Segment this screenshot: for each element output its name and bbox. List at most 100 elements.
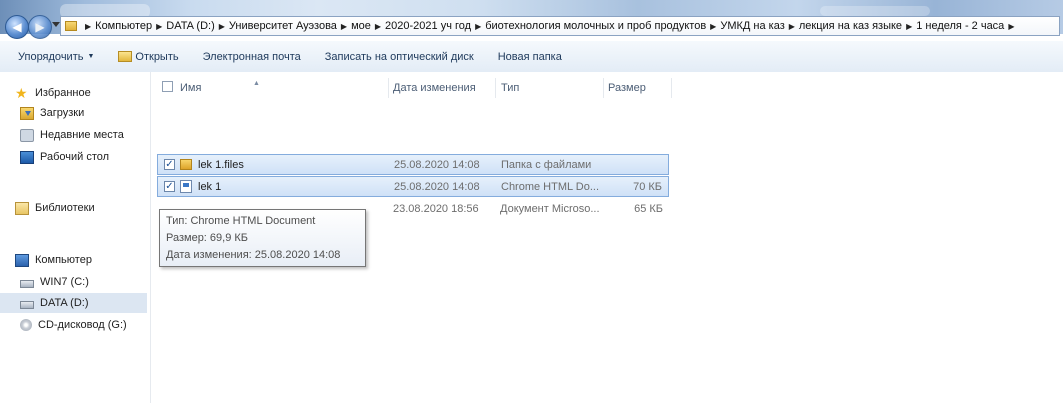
breadcrumb-university[interactable]: Университет Ауэзова xyxy=(229,20,337,32)
sidebar-item-favorites[interactable]: ★ Избранное xyxy=(15,83,91,103)
hard-drive-icon xyxy=(20,279,34,288)
file-type: Документ Microso... xyxy=(500,203,600,215)
table-row[interactable]: ✓ lek 1.files 25.08.2020 14:08 Папка с ф… xyxy=(157,154,669,175)
column-divider[interactable] xyxy=(388,78,389,98)
row-checkbox[interactable]: ✓ xyxy=(164,159,175,170)
sidebar-item-libraries[interactable]: Библиотеки xyxy=(15,198,95,218)
organize-label: Упорядочить xyxy=(18,50,84,63)
open-label: Открыть xyxy=(135,50,179,63)
cd-drive-icon xyxy=(20,319,32,331)
command-toolbar: Упорядочить ▼ Открыть Электронная почта … xyxy=(0,41,1063,73)
email-label: Электронная почта xyxy=(202,50,301,63)
recent-pages-dropdown-icon[interactable] xyxy=(52,22,60,27)
file-size: 70 КБ xyxy=(633,181,662,193)
burn-disc-button[interactable]: Записать на оптический диск xyxy=(313,51,486,63)
breadcrumb-course[interactable]: биотехнология молочных и проб продуктов xyxy=(485,20,706,32)
breadcrumb-umkd[interactable]: УМКД на каз xyxy=(720,20,784,32)
new-folder-label: Новая папка xyxy=(497,50,562,63)
recent-places-icon xyxy=(20,128,34,142)
column-divider[interactable] xyxy=(603,78,604,98)
sidebar-item-computer[interactable]: Компьютер xyxy=(15,250,92,270)
column-header-label: Тип xyxy=(501,82,520,94)
breadcrumb-lecture[interactable]: лекция на каз языке xyxy=(799,20,902,32)
column-divider[interactable] xyxy=(671,78,672,98)
breadcrumb-separator[interactable]: ▶ xyxy=(710,22,716,31)
breadcrumb-separator[interactable]: ▶ xyxy=(789,22,795,31)
organize-button[interactable]: Упорядочить ▼ xyxy=(0,51,106,63)
breadcrumb-separator[interactable]: ▶ xyxy=(475,22,481,31)
address-row: ◀ ▶ ▶ Компьютер ▶ DATA (D:) ▶ Университе… xyxy=(0,13,1063,41)
tooltip-type: Тип: Chrome HTML Document xyxy=(166,215,316,227)
column-header-type[interactable]: Тип xyxy=(501,78,601,98)
file-name: lek 1.files xyxy=(198,159,244,171)
breadcrumb-computer[interactable]: Компьютер xyxy=(95,20,152,32)
open-folder-icon xyxy=(118,51,133,62)
sidebar-item-recent[interactable]: Недавние места xyxy=(20,125,124,145)
sidebar-item-label: Рабочий стол xyxy=(40,151,110,163)
sidebar-item-label: Недавние места xyxy=(40,129,124,141)
breadcrumb-separator[interactable]: ▶ xyxy=(219,22,225,31)
file-name: lek 1 xyxy=(198,181,222,193)
new-folder-button[interactable]: Новая папка xyxy=(486,51,574,63)
file-info-tooltip: Тип: Chrome HTML Document Размер: 69,9 К… xyxy=(159,209,366,267)
sort-caret-icon: ▲ xyxy=(253,80,260,87)
sidebar-item-drive-g[interactable]: CD-дисковод (G:) xyxy=(20,315,127,335)
hard-drive-icon xyxy=(20,300,34,309)
sidebar-item-label: CD-дисковод (G:) xyxy=(38,319,127,331)
forward-button[interactable]: ▶ xyxy=(28,15,52,39)
sidebar-item-drive-d[interactable]: DATA (D:) xyxy=(0,293,147,313)
file-date: 25.08.2020 14:08 xyxy=(394,159,480,171)
breadcrumb-drive-d[interactable]: DATA (D:) xyxy=(166,20,214,32)
breadcrumb-separator[interactable]: ▶ xyxy=(906,22,912,31)
burn-disc-label: Записать на оптический диск xyxy=(324,50,474,63)
column-header-label: Имя xyxy=(180,82,202,94)
breadcrumb-week[interactable]: 1 неделя - 2 часа xyxy=(916,20,1004,32)
tooltip-size: Размер: 69,9 КБ xyxy=(166,232,249,244)
desktop-icon xyxy=(20,150,34,164)
sidebar-item-drive-c[interactable]: WIN7 (C:) xyxy=(20,272,89,292)
column-header-name[interactable]: Имя ▲ xyxy=(180,78,380,98)
star-icon: ★ xyxy=(15,84,28,101)
breadcrumb-separator[interactable]: ▶ xyxy=(375,22,381,31)
sidebar-item-label: DATA (D:) xyxy=(40,297,89,309)
downloads-folder-icon xyxy=(20,106,34,120)
chevron-down-icon: ▼ xyxy=(87,53,95,60)
sidebar-item-downloads[interactable]: Загрузки xyxy=(20,103,84,123)
breadcrumb-year[interactable]: 2020-2021 уч год xyxy=(385,20,471,32)
file-date: 23.08.2020 18:56 xyxy=(393,203,479,215)
column-divider[interactable] xyxy=(495,78,496,98)
column-header-label: Дата изменения xyxy=(393,82,476,94)
sidebar-item-label: Компьютер xyxy=(35,254,92,266)
file-type: Папка с файлами xyxy=(501,159,592,171)
column-header-label: Размер xyxy=(608,82,646,94)
row-checkbox[interactable]: ✓ xyxy=(164,181,175,192)
sidebar-item-label: Загрузки xyxy=(40,107,85,119)
breadcrumb-separator[interactable]: ▶ xyxy=(156,22,162,31)
sidebar-item-label: Избранное xyxy=(35,87,91,99)
email-button[interactable]: Электронная почта xyxy=(191,51,313,63)
back-button[interactable]: ◀ xyxy=(5,15,29,39)
file-date: 25.08.2020 14:08 xyxy=(394,181,480,193)
sidebar-item-label: WIN7 (C:) xyxy=(40,276,89,288)
sidebar-item-desktop[interactable]: Рабочий стол xyxy=(20,147,109,167)
libraries-icon xyxy=(15,201,29,215)
breadcrumb-separator[interactable]: ▶ xyxy=(341,22,347,31)
file-size: 65 КБ xyxy=(634,203,663,215)
folder-icon xyxy=(65,21,77,31)
breadcrumb-separator[interactable]: ▶ xyxy=(85,22,91,31)
computer-icon xyxy=(15,253,29,267)
breadcrumb-separator[interactable]: ▶ xyxy=(1008,22,1014,31)
breadcrumb-moe[interactable]: мое xyxy=(351,20,371,32)
address-bar[interactable]: ▶ Компьютер ▶ DATA (D:) ▶ Университет Ау… xyxy=(60,16,1060,36)
file-type: Chrome HTML Do... xyxy=(501,181,600,193)
table-row[interactable]: ✓ lek 1 25.08.2020 14:08 Chrome HTML Do.… xyxy=(157,176,669,197)
sidebar-item-label: Библиотеки xyxy=(35,202,95,214)
folder-icon xyxy=(180,159,192,170)
html-document-icon xyxy=(180,180,192,193)
open-button[interactable]: Открыть xyxy=(106,51,190,63)
column-header-date[interactable]: Дата изменения xyxy=(393,78,493,98)
column-header-size[interactable]: Размер xyxy=(608,78,668,98)
navigation-pane: ★ Избранное Загрузки Недавние места Рабо… xyxy=(0,72,151,403)
tooltip-modified: Дата изменения: 25.08.2020 14:08 xyxy=(166,249,341,261)
select-all-checkbox[interactable] xyxy=(162,81,173,92)
